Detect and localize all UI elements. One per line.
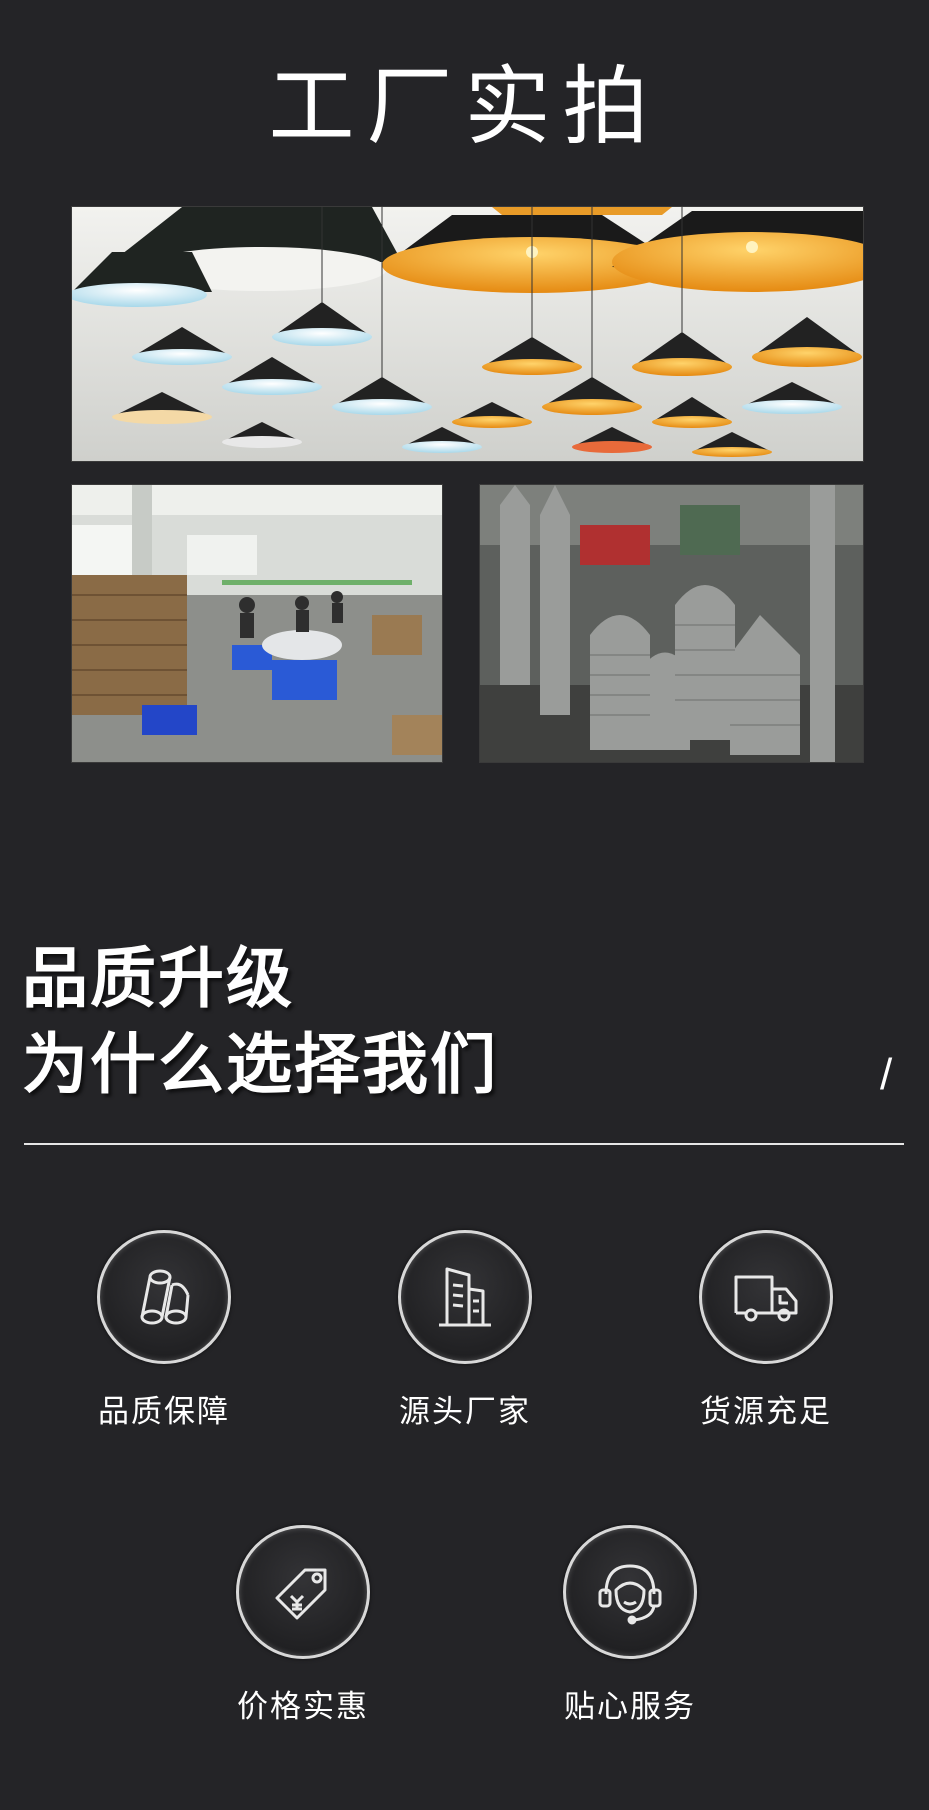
page-title: 工厂实拍 <box>268 57 661 157</box>
tubes-icon <box>97 1230 231 1364</box>
headset-icon <box>563 1525 697 1659</box>
feature-label: 源头厂家 <box>399 1394 531 1430</box>
feature-ample-supply: 货源充足 <box>666 1230 866 1432</box>
slash-decoration: / <box>880 1050 893 1099</box>
section-heading-line2: 为什么选择我们 <box>22 1026 498 1103</box>
lamp-showroom-photo <box>71 206 864 462</box>
building-icon <box>398 1230 532 1364</box>
feature-label: 品质保障 <box>98 1394 230 1430</box>
price-tag-icon <box>236 1525 370 1659</box>
feature-source-manufacturer: 源头厂家 <box>365 1230 565 1432</box>
truck-icon <box>699 1230 833 1364</box>
metal-production-photo <box>479 484 864 763</box>
feature-label: 价格实惠 <box>237 1689 369 1725</box>
feature-quality-guarantee: 品质保障 <box>64 1230 264 1432</box>
feature-label: 贴心服务 <box>564 1689 696 1725</box>
feature-considerate-service: 贴心服务 <box>530 1525 730 1727</box>
divider-line <box>24 1143 904 1145</box>
packing-workshop-photo <box>71 484 443 763</box>
feature-label: 货源充足 <box>700 1394 832 1430</box>
section-heading-line1: 品质升级 <box>22 940 294 1017</box>
feature-affordable-price: 价格实惠 <box>203 1525 403 1727</box>
